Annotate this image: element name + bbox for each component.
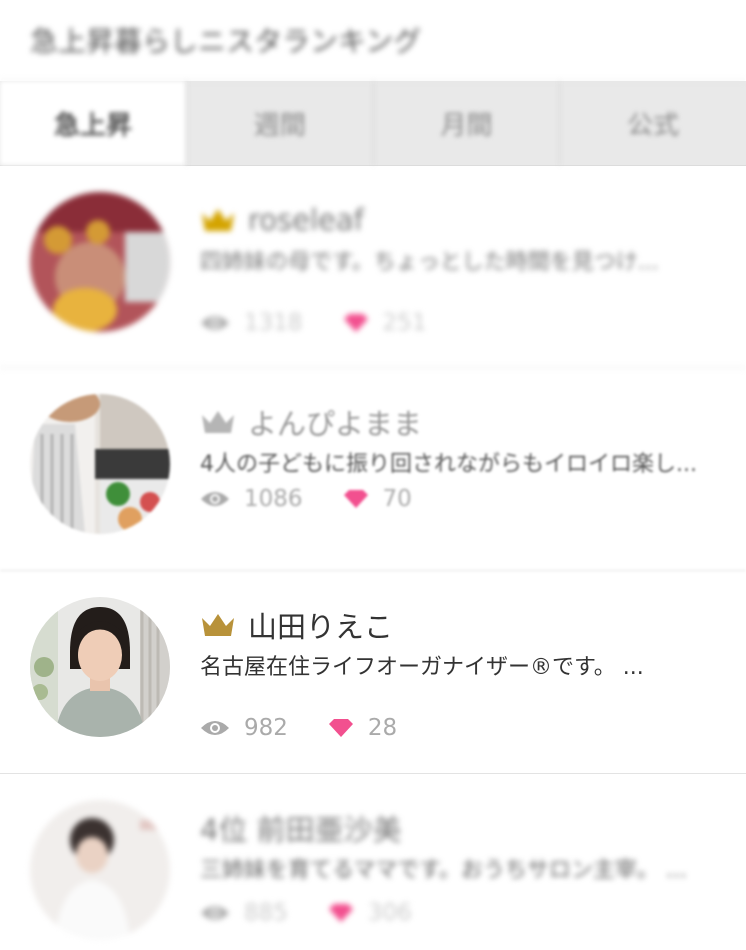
views-count: 885 <box>244 900 288 926</box>
user-description: 四姉妹の母です。ちょっとした時間を見つけ... <box>200 250 659 275</box>
likes-stat: 306 <box>328 900 412 926</box>
views-stat: 1086 <box>200 486 303 512</box>
likes-count: 306 <box>367 900 412 926</box>
likes-stat: 28 <box>328 715 397 741</box>
ranking-item[interactable]: よんぴよまま 4人の子どもに振り回されながらもイロイロ楽し... 1086 70 <box>0 368 746 571</box>
ranking-item[interactable]: 4位 前田亜沙美 三姉妹を育てるママです。おうちサロン主宰。 ... 885 3… <box>0 774 746 950</box>
user-description: 三姉妹を育てるママです。おうちサロン主宰。 ... <box>200 858 687 883</box>
avatar[interactable] <box>30 800 170 940</box>
tab-label: 週間 <box>253 110 306 141</box>
crown-icon <box>202 209 234 231</box>
tab-weekly[interactable]: 週間 <box>186 81 373 165</box>
heart-gem-icon <box>343 314 368 332</box>
tab-label: 月間 <box>440 110 493 141</box>
views-count: 1318 <box>244 310 303 336</box>
ranking-page: 急上昇暮らしニスタランキング 急上昇 週間 月間 公式 roseleaf 四姉妹… <box>0 0 746 950</box>
tab-rising[interactable]: 急上昇 <box>0 81 186 165</box>
ranking-list: roseleaf 四姉妹の母です。ちょっとした時間を見つけ... 1318 25… <box>0 166 746 950</box>
user-name[interactable]: よんぴよまま <box>248 401 422 443</box>
avatar[interactable] <box>30 597 170 737</box>
user-name[interactable]: 4位 前田亜沙美 <box>200 807 402 849</box>
tab-label: 急上昇 <box>53 110 132 141</box>
crown-icon <box>202 614 234 636</box>
views-count: 1086 <box>244 486 303 512</box>
user-description: 名古屋在住ライフオーガナイザー®です。 ... <box>200 655 644 680</box>
crown-icon <box>202 411 234 433</box>
avatar[interactable] <box>30 394 170 534</box>
page-header: 急上昇暮らしニスタランキング <box>0 0 746 81</box>
views-stat: 982 <box>200 715 288 741</box>
views-stat: 1318 <box>200 310 303 336</box>
tab-label: 公式 <box>627 110 680 141</box>
views-count: 982 <box>244 715 288 741</box>
user-name[interactable]: 山田りえこ <box>248 604 393 646</box>
avatar[interactable] <box>30 192 170 332</box>
tab-monthly[interactable]: 月間 <box>372 81 560 165</box>
heart-gem-icon <box>328 719 353 737</box>
ranking-tabs: 急上昇 週間 月間 公式 <box>0 81 746 166</box>
likes-stat: 251 <box>343 310 427 336</box>
heart-gem-icon <box>343 490 368 508</box>
likes-stat: 70 <box>343 486 412 512</box>
page-title: 急上昇暮らしニスタランキング <box>30 25 422 58</box>
ranking-item[interactable]: roseleaf 四姉妹の母です。ちょっとした時間を見つけ... 1318 25… <box>0 166 746 368</box>
views-stat: 885 <box>200 900 288 926</box>
eye-icon <box>201 316 229 330</box>
user-name[interactable]: roseleaf <box>248 203 364 237</box>
likes-count: 70 <box>382 486 412 512</box>
heart-gem-icon <box>328 904 353 922</box>
tab-official[interactable]: 公式 <box>559 81 746 165</box>
likes-count: 251 <box>382 310 427 336</box>
user-description: 4人の子どもに振り回されながらもイロイロ楽し... <box>200 452 697 477</box>
eye-icon <box>201 721 229 735</box>
eye-icon <box>201 906 229 920</box>
ranking-item[interactable]: 山田りえこ 名古屋在住ライフオーガナイザー®です。 ... 982 28 <box>0 571 746 774</box>
eye-icon <box>201 492 229 506</box>
likes-count: 28 <box>367 715 398 741</box>
